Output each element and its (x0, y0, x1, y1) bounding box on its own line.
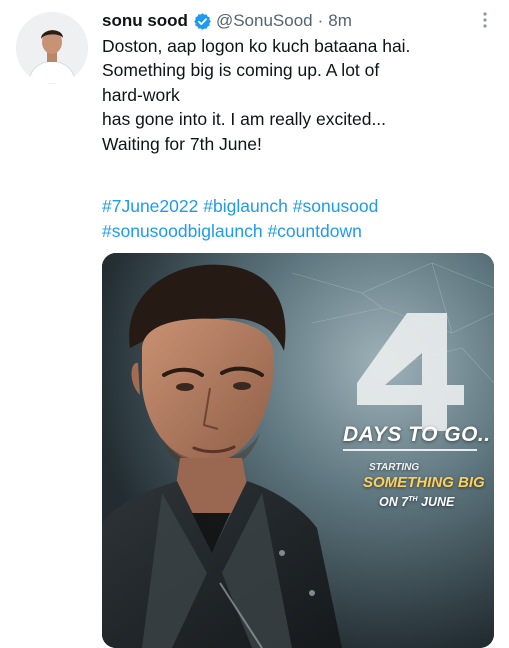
avatar[interactable] (16, 12, 88, 84)
hashtag-link[interactable]: #countdown (267, 221, 361, 241)
poster-something-big-text: SOMETHING BIG (363, 474, 485, 491)
tweet-header: sonu sood @SonuSood · 8m (102, 8, 495, 34)
author-handle[interactable]: @SonuSood (216, 11, 313, 31)
hashtags: #7June2022 #biglaunch #sonusood #sonusoo… (102, 194, 497, 244)
timestamp[interactable]: 8m (328, 11, 352, 31)
more-vertical-icon[interactable] (475, 10, 495, 30)
hashtag-link[interactable]: #sonusood (293, 196, 379, 216)
poster-starting-text: STARTING (369, 462, 420, 473)
poster-days-text: DAYS TO GO.. (343, 423, 491, 446)
tweet-text-line: Doston, aap logon ko kuch bataana hai. (102, 36, 411, 56)
tweet-media-image[interactable]: DAYS TO GO.. STARTING SOMETHING BIG ON 7… (102, 253, 494, 648)
hashtag-link[interactable]: #7June2022 (102, 196, 198, 216)
tweet-text: Doston, aap logon ko kuch bataana hai. S… (102, 34, 497, 156)
tweet-text-line: Waiting for 7th June! (102, 133, 262, 154)
poster-date-suffix: JUNE (417, 495, 455, 509)
poster-date-sup: TH (408, 495, 418, 503)
separator-dot: · (317, 11, 324, 30)
tweet-text-line: Something big is coming up. A lot of (102, 60, 380, 81)
tweet-text-line: hard-work (102, 84, 180, 105)
hashtag-link[interactable]: #biglaunch (203, 196, 288, 216)
poster-date-prefix: ON 7 (379, 495, 409, 509)
verified-badge-icon (193, 12, 212, 31)
poster-date-text: ON 7TH JUNE (379, 495, 454, 509)
tweet-text-line: has gone into it. I am really excited... (102, 109, 387, 130)
poster-underline (343, 449, 477, 451)
hashtag-link[interactable]: #sonusoodbiglaunch (102, 221, 263, 241)
author-name[interactable]: sonu sood (102, 11, 188, 31)
